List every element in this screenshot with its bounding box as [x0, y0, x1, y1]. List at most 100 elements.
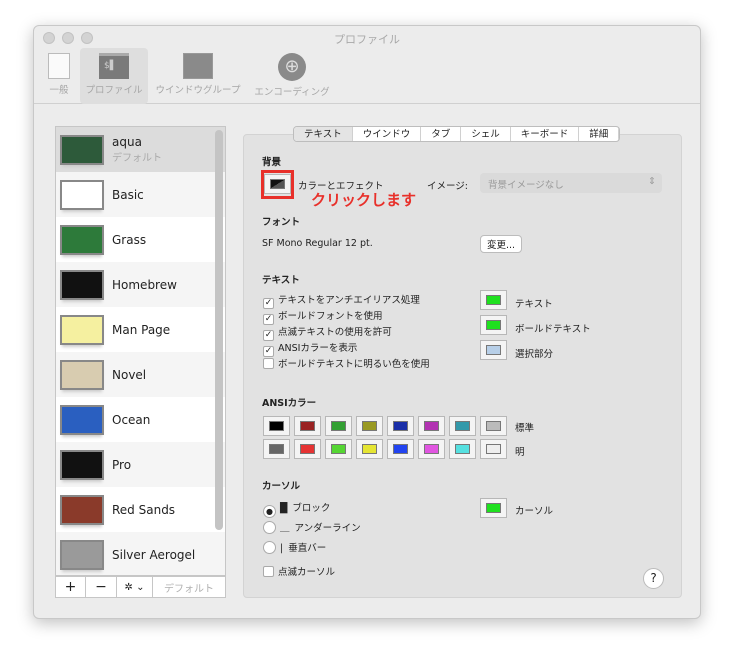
profile-row[interactable]: Man Page: [56, 307, 225, 352]
profile-text: Homebrew: [112, 278, 177, 292]
radio[interactable]: [263, 541, 276, 554]
ansi-normal-color-button[interactable]: [356, 416, 383, 436]
radio[interactable]: [263, 521, 276, 534]
toolbar-general[interactable]: 一般: [38, 48, 80, 104]
add-profile-button[interactable]: +: [56, 577, 86, 597]
text-color-label: 選択部分: [515, 349, 554, 360]
profile-text: Man Page: [112, 323, 170, 337]
text-option-label: ボールドテキストに明るい色を使用: [278, 359, 430, 370]
text-option-checkbox[interactable]: ✓ 点滅テキストの使用を許可: [263, 324, 392, 341]
text-option-checkbox[interactable]: ボールドテキストに明るい色を使用: [263, 356, 430, 370]
help-button[interactable]: ?: [643, 568, 664, 589]
text-color-button[interactable]: [480, 315, 507, 335]
tab[interactable]: キーボード: [511, 127, 580, 141]
cursor-style-radio[interactable]: ＿ アンダーライン: [263, 520, 361, 534]
profile-row[interactable]: Novel: [56, 352, 225, 397]
checkbox[interactable]: [263, 358, 274, 369]
text-option-label: ANSIカラーを表示: [278, 343, 358, 354]
ansi-bright-color-button[interactable]: [387, 439, 414, 459]
profile-row[interactable]: Red Sands: [56, 487, 225, 532]
toolbar-label: エンコーディング: [254, 87, 330, 98]
ansi-bright-color-button[interactable]: [449, 439, 476, 459]
ansi-normal-color-button[interactable]: [325, 416, 352, 436]
profile-row[interactable]: aqua デフォルト: [56, 127, 225, 172]
ansi-bright-color-button[interactable]: [263, 439, 290, 459]
profile-thumbnail: [60, 134, 104, 165]
profile-text: Basic: [112, 188, 144, 202]
toolbar-window-groups[interactable]: ウインドウグループ: [150, 48, 246, 104]
cursor-style-radio[interactable]: ● █ ブロック: [263, 500, 330, 518]
checkbox[interactable]: [263, 566, 274, 577]
color-swatch: [486, 444, 501, 454]
cursor-glyph: ＿: [280, 523, 290, 534]
profile-name: Silver Aerogel: [112, 547, 196, 562]
color-swatch: [300, 444, 315, 454]
text-option-checkbox[interactable]: ✓ ボールドフォントを使用: [263, 308, 383, 325]
profile-name: Red Sands: [112, 502, 176, 517]
profile-thumbnail: [60, 224, 104, 255]
text-color-label: テキスト: [515, 299, 553, 310]
color-swatch: [393, 421, 408, 431]
color-swatch: [362, 444, 377, 454]
gear-menu-button[interactable]: ✲ ⌄: [117, 577, 153, 597]
blink-cursor-checkbox[interactable]: 点滅カーソル: [263, 564, 335, 578]
tab[interactable]: 詳細: [579, 127, 620, 141]
color-swatch: [424, 421, 439, 431]
text-option-checkbox[interactable]: ✓ ANSIカラーを表示: [263, 340, 357, 357]
tab[interactable]: テキスト: [294, 127, 353, 141]
ansi-normal-color-button[interactable]: [263, 416, 290, 436]
ansi-normal-color-button[interactable]: [418, 416, 445, 436]
profile-subtitle: デフォルト: [112, 153, 162, 164]
text-color-button[interactable]: [480, 340, 507, 360]
background-swatch: [270, 179, 285, 189]
profile-text: Pro: [112, 458, 131, 472]
ansi-bright-color-button[interactable]: [294, 439, 321, 459]
ansi-normal-color-button[interactable]: [387, 416, 414, 436]
cursor-color-button[interactable]: [480, 498, 507, 518]
toolbar-profiles[interactable]: $▌ プロファイル: [80, 48, 148, 104]
cursor-glyph: |: [280, 543, 284, 554]
text-option-checkbox[interactable]: ✓ テキストをアンチエイリアス処理: [263, 292, 420, 309]
text-color-label: ボールドテキスト: [515, 324, 591, 335]
ansi-normal-color-button[interactable]: [480, 416, 507, 436]
background-image-select[interactable]: 背景イメージなし ⇕: [480, 173, 662, 193]
profile-row[interactable]: Ocean: [56, 397, 225, 442]
profile-text: Novel: [112, 368, 146, 382]
ansi-bright-color-button[interactable]: [480, 439, 507, 459]
tab[interactable]: タブ: [421, 127, 462, 141]
profile-name: aqua: [112, 135, 142, 149]
scrollbar[interactable]: [215, 130, 223, 530]
change-font-button[interactable]: 変更...: [480, 235, 523, 253]
default-button[interactable]: デフォルト: [153, 577, 225, 597]
text-color-button[interactable]: [480, 290, 507, 310]
profile-text: aqua デフォルト: [112, 135, 162, 164]
text-option-label: ボールドフォントを使用: [278, 311, 383, 322]
ansi-normal-color-button[interactable]: [449, 416, 476, 436]
cursor-style-radio[interactable]: | 垂直バー: [263, 540, 326, 554]
globe-icon: ⊕: [278, 53, 306, 81]
cursor-heading: カーソル: [262, 481, 301, 492]
toolbar-encoding[interactable]: ⊕ エンコーディング: [248, 48, 336, 104]
color-swatch: [331, 444, 346, 454]
profile-thumbnail: [60, 179, 104, 210]
chevron-updown-icon: ⇕: [648, 176, 656, 187]
profile-row[interactable]: Basic: [56, 172, 225, 217]
terminal-icon: $▌: [99, 53, 129, 79]
radio[interactable]: ●: [263, 505, 276, 518]
remove-profile-button[interactable]: −: [86, 577, 117, 597]
profile-row[interactable]: Homebrew: [56, 262, 225, 307]
profile-row[interactable]: Grass: [56, 217, 225, 262]
profile-row[interactable]: Pro: [56, 442, 225, 487]
tab[interactable]: ウインドウ: [353, 127, 422, 141]
ansi-bright-color-button[interactable]: [356, 439, 383, 459]
profile-name: Novel: [112, 367, 147, 382]
tab[interactable]: シェル: [461, 127, 511, 141]
ansi-bright-color-button[interactable]: [418, 439, 445, 459]
profile-row[interactable]: Silver Aerogel: [56, 532, 225, 575]
background-color-button[interactable]: [264, 174, 291, 194]
profile-list[interactable]: aqua デフォルト Basic Grass Homebrew Man Page Novel…: [55, 126, 226, 576]
cursor-color-label: カーソル: [515, 506, 554, 517]
ansi-bright-color-button[interactable]: [325, 439, 352, 459]
color-swatch: [331, 421, 346, 431]
ansi-normal-color-button[interactable]: [294, 416, 321, 436]
